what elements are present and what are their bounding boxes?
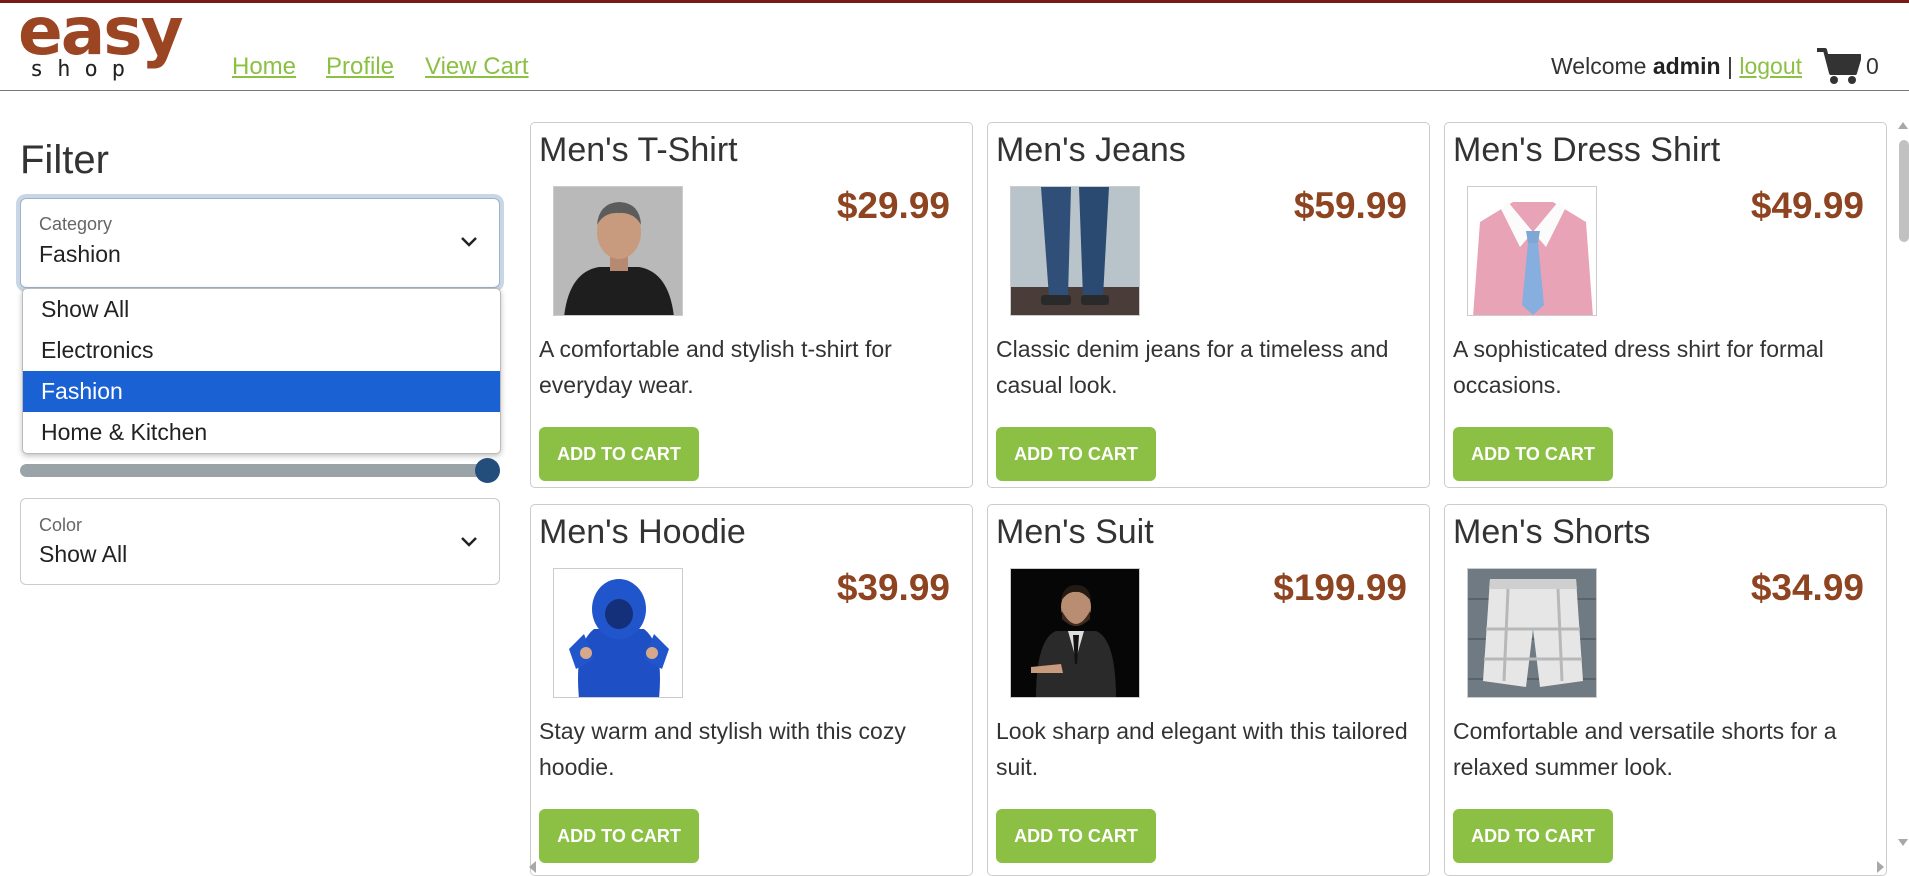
product-title: Men's Jeans [996, 131, 1186, 169]
welcome-label: Welcome [1551, 53, 1647, 79]
shorts-image [1468, 569, 1596, 697]
product-title: Men's T-Shirt [539, 131, 738, 169]
jeans-image [1011, 187, 1139, 315]
add-to-cart-button[interactable]: ADD TO CART [996, 427, 1156, 481]
product-image[interactable] [553, 568, 683, 698]
product-price: $59.99 [1293, 185, 1407, 226]
category-dropdown-list: Show All Electronics Fashion Home & Kitc… [22, 288, 501, 454]
logo-main-text: easy [18, 0, 184, 70]
add-to-cart-button[interactable]: ADD TO CART [1453, 427, 1613, 481]
category-select[interactable]: Category Fashion [20, 198, 500, 288]
product-card: Men's T-Shirt $29.99 A comfortable and s… [530, 122, 973, 488]
product-image[interactable] [1467, 186, 1597, 316]
welcome-text: Welcome admin | logout [1551, 53, 1802, 80]
logo-sub-text: shop [30, 57, 139, 82]
username: admin [1652, 53, 1721, 79]
product-card: Men's Suit $199.99 Look sharp and elegan… [987, 504, 1430, 876]
chevron-down-icon [461, 537, 477, 547]
color-value: Show All [39, 541, 128, 567]
product-price: $34.99 [1750, 567, 1864, 608]
product-image[interactable] [1467, 568, 1597, 698]
cart-count: 0 [1866, 53, 1879, 79]
easy-shop-logo[interactable]: easy shop [18, 0, 208, 87]
product-price: $39.99 [836, 567, 950, 608]
product-price: $49.99 [1750, 185, 1864, 226]
scroll-right-arrow-icon[interactable] [1876, 860, 1886, 874]
category-option[interactable]: Home & Kitchen [23, 412, 500, 453]
man-tshirt-image [554, 187, 682, 315]
product-price: $199.99 [1273, 567, 1407, 608]
product-image[interactable] [553, 186, 683, 316]
product-price: $29.99 [836, 185, 950, 226]
color-label: Color [39, 515, 83, 535]
product-card: Men's Shorts $34.99 Comfortable and vers… [1444, 504, 1887, 876]
product-card: Men's Hoodie $39.99 Stay warm and stylis… [530, 504, 973, 876]
product-description: Comfortable and versatile shorts for a r… [1453, 718, 1837, 780]
nav-view-cart-link[interactable]: View Cart [425, 53, 529, 81]
hoodie-image [554, 569, 682, 697]
price-slider-track[interactable] [20, 464, 490, 477]
category-option[interactable]: Show All [23, 289, 500, 330]
logout-link[interactable]: logout [1739, 53, 1802, 79]
shopping-cart-icon[interactable] [1817, 47, 1861, 85]
category-option-selected[interactable]: Fashion [23, 371, 500, 412]
product-title: Men's Dress Shirt [1453, 131, 1721, 169]
suit-image [1011, 569, 1139, 697]
product-image[interactable] [1010, 568, 1140, 698]
product-title: Men's Suit [996, 513, 1154, 551]
site-header: easy shop Home Profile View Cart Welcome… [0, 0, 1909, 91]
separator: | [1726, 53, 1733, 79]
category-option[interactable]: Electronics [23, 330, 500, 371]
dress-shirt-image [1468, 187, 1596, 315]
add-to-cart-button[interactable]: ADD TO CART [539, 809, 699, 863]
category-label: Category [39, 214, 113, 234]
scroll-up-arrow-icon[interactable] [1897, 120, 1909, 130]
product-image[interactable] [1010, 186, 1140, 316]
add-to-cart-button[interactable]: ADD TO CART [539, 427, 699, 481]
category-value: Fashion [39, 241, 121, 267]
product-description: Stay warm and stylish with this cozy hoo… [539, 718, 906, 780]
nav-profile-link[interactable]: Profile [326, 53, 394, 81]
add-to-cart-button[interactable]: ADD TO CART [996, 809, 1156, 863]
scroll-left-arrow-icon[interactable] [527, 860, 537, 874]
filter-heading: Filter [20, 138, 109, 182]
product-title: Men's Shorts [1453, 513, 1651, 551]
color-select[interactable]: Color Show All [20, 498, 500, 585]
product-description: Classic denim jeans for a timeless and c… [996, 336, 1389, 398]
add-to-cart-button[interactable]: ADD TO CART [1453, 809, 1613, 863]
product-description: Look sharp and elegant with this tailore… [996, 718, 1408, 780]
vertical-scrollbar-thumb[interactable] [1899, 140, 1909, 242]
product-card: Men's Jeans $59.99 Classic denim jeans f… [987, 122, 1430, 488]
price-slider-handle[interactable] [475, 458, 500, 483]
product-description: A comfortable and stylish t-shirt for ev… [539, 336, 892, 398]
chevron-down-icon [461, 237, 477, 247]
nav-home-link[interactable]: Home [232, 53, 296, 81]
product-description: A sophisticated dress shirt for formal o… [1453, 336, 1824, 398]
product-card: Men's Dress Shirt $49.99 A sophisticated… [1444, 122, 1887, 488]
product-title: Men's Hoodie [539, 513, 746, 551]
scroll-down-arrow-icon[interactable] [1897, 838, 1909, 848]
